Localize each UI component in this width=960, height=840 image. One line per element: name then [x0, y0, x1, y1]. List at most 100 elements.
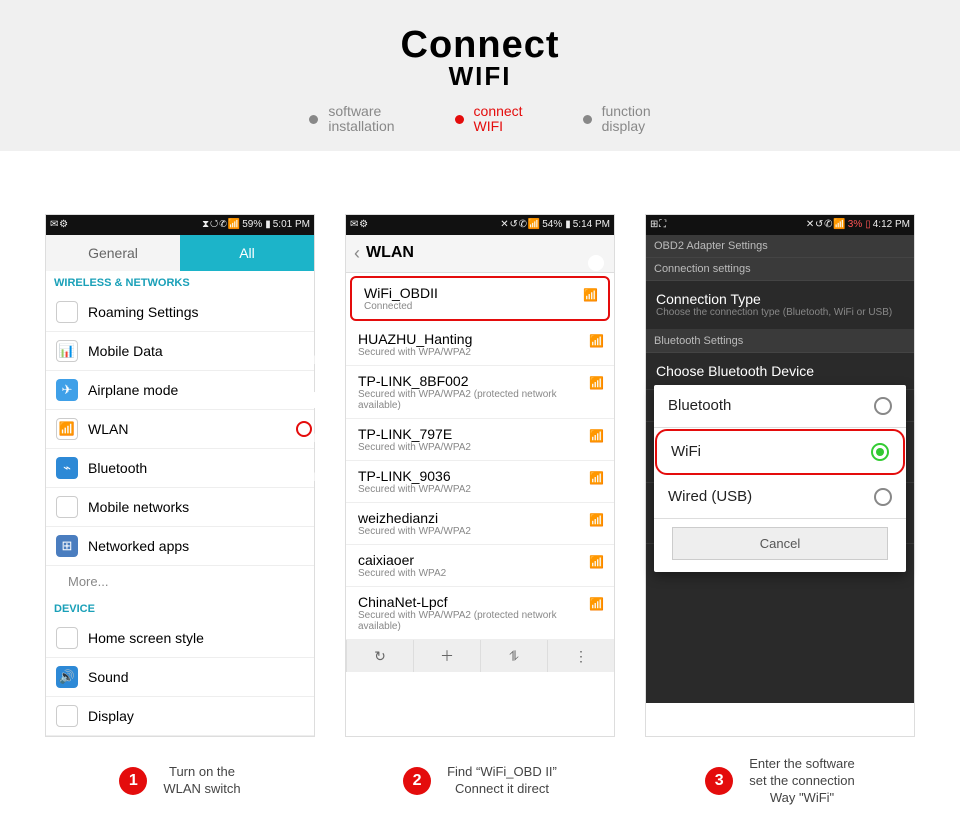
step-function[interactable]: functiondisplay [583, 104, 651, 135]
wifi-icon: 📶 [589, 555, 604, 569]
status-icons-left: ✉ ⚙ [350, 219, 367, 230]
network-status: Secured with WPA/WPA2 [358, 442, 602, 453]
row-icon: 📶 [56, 418, 78, 440]
wifi-network-row[interactable]: TP-LINK_797ESecured with WPA/WPA2📶 [346, 419, 614, 461]
option-wifi[interactable]: WiFi [655, 429, 905, 475]
network-name: HUAZHU_Hanting [358, 331, 602, 347]
wifi-network-row[interactable]: TP-LINK_9036Secured with WPA/WPA2📶 [346, 461, 614, 503]
cancel-button[interactable]: Cancel [672, 527, 888, 560]
network-name: weizhedianzi [358, 510, 602, 526]
option-label: WiFi [671, 443, 701, 460]
status-bar: ⊞ ⛶ ✕ ↺ ✆ 📶 3%▯ 4:12 PM [646, 215, 914, 235]
settings-row[interactable]: 📶 WLAN [46, 410, 314, 449]
section-wireless: WIRELESS & NETWORKS [46, 271, 314, 293]
refresh-button[interactable]: ↻ [346, 640, 413, 672]
wifi-network-row[interactable]: weizhedianziSecured with WPA/WPA2📶 [346, 503, 614, 545]
status-icons: ✕ ↺ ✆ 📶 [806, 219, 845, 230]
wifi-network-row[interactable]: WiFi_OBDIIConnected📶 [350, 276, 610, 321]
tabs: General All [46, 235, 314, 271]
settings-row[interactable]: 📊 Mobile Data [46, 332, 314, 371]
clock: 5:01 PM [273, 219, 310, 230]
step-connect-wifi[interactable]: connectWIFI [455, 104, 523, 135]
connection-type-row[interactable]: Connection Type Choose the connection ty… [646, 281, 914, 330]
wifi-network-row[interactable]: ChinaNet-LpcfSecured with WPA/WPA2 (prot… [346, 587, 614, 640]
settings-row[interactable]: ✈Airplane mode [46, 371, 314, 410]
settings-row[interactable]: ⌂Home screen style [46, 619, 314, 658]
row-icon: 📊 [56, 340, 78, 362]
row-label: Mobile Data [88, 343, 304, 359]
wifi-icon: 📶 [589, 597, 604, 611]
row-icon: ▥ [56, 705, 78, 727]
wps-button[interactable]: ⥮ [480, 640, 547, 672]
section-connection: Connection settings [646, 258, 914, 281]
row-label: Mobile networks [88, 499, 304, 515]
status-bar: ✉ ⚙ ⧗ ↺ ✆ 📶 59%▮ 5:01 PM [46, 215, 314, 235]
battery-percent: 59% [242, 219, 262, 230]
caption-3: 3 Enter the software set the connection … [646, 756, 914, 807]
phone-obd-settings: ⊞ ⛶ ✕ ↺ ✆ 📶 3%▯ 4:12 PM OBD2 Adapter Set… [646, 215, 914, 736]
wifi-icon: 📶 [583, 288, 598, 302]
section-device: DEVICE [46, 597, 314, 619]
tab-all[interactable]: All [180, 235, 314, 271]
screen-title: WLAN [366, 244, 606, 262]
network-status: Connected [364, 301, 596, 312]
back-icon[interactable]: ‹ [354, 243, 360, 264]
more-button[interactable]: More... [46, 566, 314, 597]
network-name: TP-LINK_8BF002 [358, 373, 602, 389]
settings-row[interactable]: ▲Roaming Settings [46, 293, 314, 332]
dot-icon [455, 115, 464, 124]
phone-row: ✉ ⚙ ⧗ ↺ ✆ 📶 59%▮ 5:01 PM General All WIR… [0, 215, 960, 736]
network-status: Secured with WPA/WPA2 [358, 347, 602, 358]
wifi-network-row[interactable]: caixiaoerSecured with WPA2📶 [346, 545, 614, 587]
clock: 5:14 PM [573, 219, 610, 230]
dot-icon [583, 115, 592, 124]
row-icon: ⌂ [56, 627, 78, 649]
row-label: Roaming Settings [88, 304, 304, 320]
settings-row[interactable]: ⚝ Mobile networks [46, 488, 314, 527]
settings-row[interactable]: ⊞Networked apps [46, 527, 314, 566]
page-subtitle: WIFI [0, 61, 960, 92]
caption-text: Find “WiFi_OBD II” Connect it direct [447, 764, 557, 798]
menu-button[interactable]: ⋮ [547, 640, 614, 672]
network-status: Secured with WPA/WPA2 (protected network… [358, 389, 602, 411]
wifi-network-row[interactable]: HUAZHU_HantingSecured with WPA/WPA2📶 [346, 324, 614, 366]
add-network-button[interactable]: ＋ [413, 640, 480, 672]
phone-settings: ✉ ⚙ ⧗ ↺ ✆ 📶 59%▮ 5:01 PM General All WIR… [46, 215, 314, 736]
settings-row[interactable]: 🔊 Sound [46, 658, 314, 697]
row-label: Sound [88, 669, 304, 685]
row-icon: ⊞ [56, 535, 78, 557]
step-label: software [328, 103, 381, 119]
wifi-icon: 📶 [589, 471, 604, 485]
battery-percent: 3% [848, 219, 862, 230]
status-icons: ✕ ↺ ✆ 📶 [500, 219, 539, 230]
row-label: WLAN [88, 421, 304, 437]
network-name: TP-LINK_9036 [358, 468, 602, 484]
step-badge: 2 [403, 767, 431, 795]
caption-2: 2 Find “WiFi_OBD II” Connect it direct [346, 756, 614, 807]
option-wired[interactable]: Wired (USB) [654, 476, 906, 519]
step-label: function [602, 103, 651, 119]
settings-row[interactable]: ⌁Bluetooth [46, 449, 314, 488]
wifi-network-row[interactable]: TP-LINK_8BF002Secured with WPA/WPA2 (pro… [346, 366, 614, 419]
status-bar: ✉ ⚙ ✕ ↺ ✆ 📶 54%▮ 5:14 PM [346, 215, 614, 235]
wifi-icon: 📶 [589, 334, 604, 348]
row-icon: ⚝ [56, 496, 78, 518]
option-bluetooth[interactable]: Bluetooth [654, 385, 906, 428]
settings-row[interactable]: ▥Display [46, 697, 314, 736]
step-label: connect [474, 103, 523, 119]
network-name: WiFi_OBDII [364, 285, 596, 301]
tab-general[interactable]: General [46, 235, 180, 271]
network-status: Secured with WPA/WPA2 [358, 526, 602, 537]
network-status: Secured with WPA/WPA2 [358, 484, 602, 495]
caption-text: Enter the software set the connection Wa… [749, 756, 855, 807]
row-icon: 🔊 [56, 666, 78, 688]
option-label: Bluetooth [668, 397, 731, 414]
row-title: Connection Type [656, 291, 904, 307]
captions-row: 1 Turn on the WLAN switch 2 Find “WiFi_O… [0, 756, 960, 807]
row-icon: ✈ [56, 379, 78, 401]
radio-icon [874, 397, 892, 415]
row-icon: ⌁ [56, 457, 78, 479]
row-subtitle: Choose the connection type (Bluetooth, W… [656, 307, 904, 319]
step-software[interactable]: softwareinstallation [309, 104, 394, 135]
steps-bar: softwareinstallation connectWIFI functio… [0, 104, 960, 135]
